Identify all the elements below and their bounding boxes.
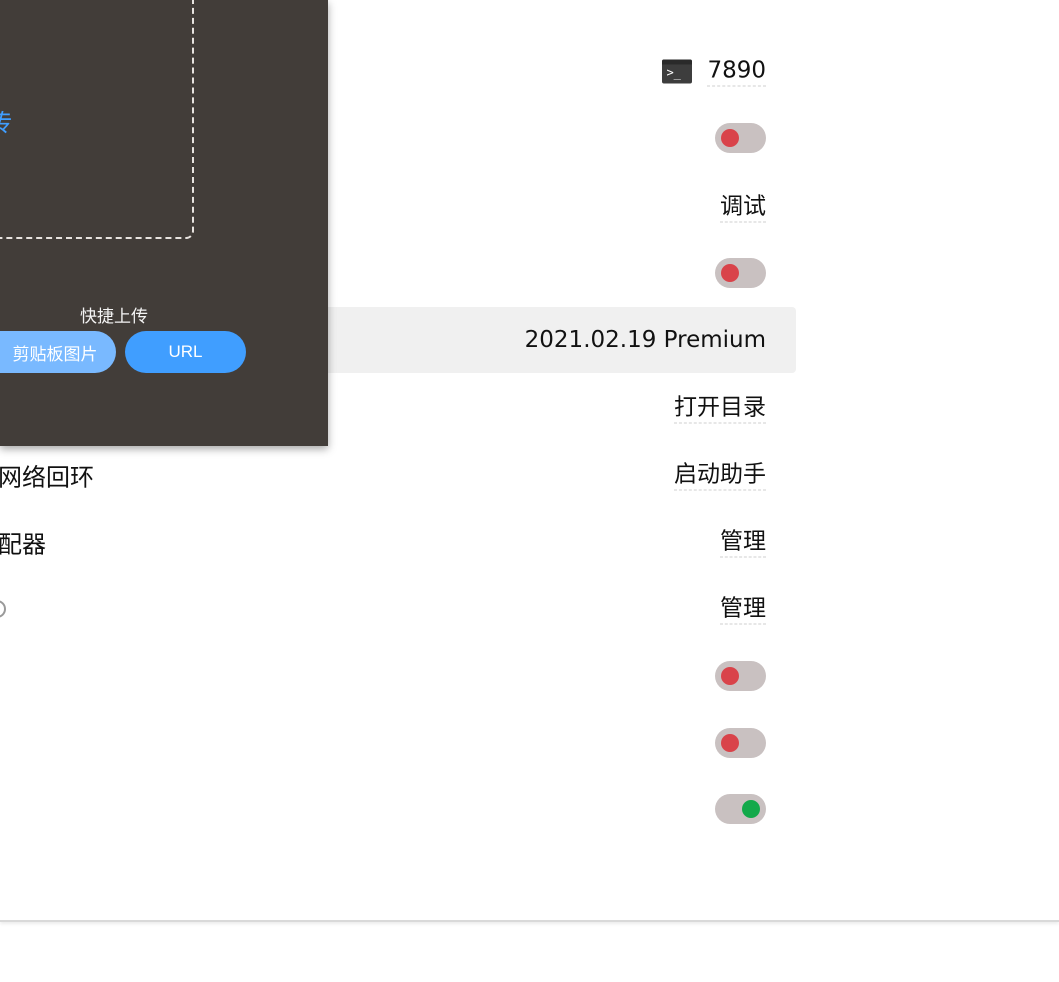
adapter-label: 配器 xyxy=(0,530,46,559)
toggle-knob xyxy=(721,264,739,282)
clipboard-image-button[interactable]: 剪贴板图片 xyxy=(0,331,116,373)
toggle-knob xyxy=(721,667,739,685)
port-value[interactable]: 7890 xyxy=(707,56,766,87)
toggle-switch-1[interactable] xyxy=(715,123,766,153)
port-control: >_ 7890 xyxy=(662,56,766,87)
quick-upload-title: 快捷上传 xyxy=(80,307,148,327)
manage-link[interactable]: 管理 xyxy=(720,594,766,625)
open-directory-link[interactable]: 打开目录 xyxy=(674,393,766,424)
settings-row-loopback: 网络回环 启动助手 xyxy=(0,442,796,508)
upload-drop-text[interactable]: 传 xyxy=(0,103,12,138)
toggle-knob xyxy=(742,800,760,818)
version-value: 2021.02.19 Premium xyxy=(524,327,766,353)
toggle-knob xyxy=(721,734,739,752)
toggle-knob xyxy=(721,129,739,147)
terminal-icon[interactable]: >_ xyxy=(662,59,693,83)
upload-drop-zone[interactable] xyxy=(0,0,194,239)
upload-panel: 传 快捷上传 剪贴板图片 URL xyxy=(0,0,328,446)
toggle-switch-2[interactable] xyxy=(715,258,766,288)
toggle-switch-3[interactable] xyxy=(715,661,766,691)
url-upload-button[interactable]: URL xyxy=(125,331,246,373)
settings-row-adapter: 配器 管理 xyxy=(0,509,796,575)
loopback-label: 网络回环 xyxy=(0,463,94,492)
adapter-manage-link[interactable]: 管理 xyxy=(720,527,766,558)
toggle-switch-4[interactable] xyxy=(715,728,766,758)
info-icon[interactable] xyxy=(0,600,6,618)
settings-row-toggle-4 xyxy=(0,710,796,776)
settings-row-toggle-3 xyxy=(0,643,796,709)
settings-row-toggle-5 xyxy=(0,776,796,842)
debug-link[interactable]: 调试 xyxy=(720,192,766,223)
toggle-switch-5[interactable] xyxy=(715,794,766,824)
launch-helper-link[interactable]: 启动助手 xyxy=(674,460,766,491)
settings-row-manage: 管理 xyxy=(0,576,796,642)
